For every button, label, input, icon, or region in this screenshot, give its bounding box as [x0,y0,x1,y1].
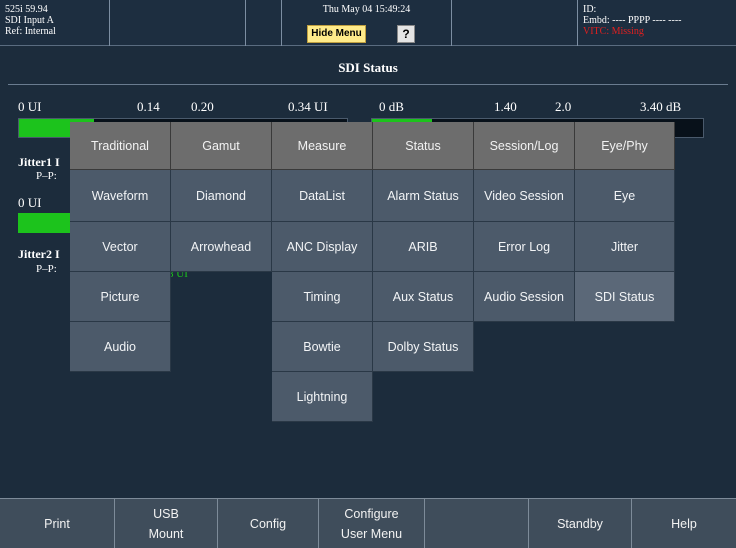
menu-header-measure[interactable]: Measure [272,122,373,170]
usb-label: USB [153,506,179,521]
db-scale-min: 0 dB [379,99,404,114]
menu-item-diamond[interactable]: Diamond [171,170,272,222]
menu-item-lightning[interactable]: Lightning [272,372,373,422]
status-cell-blank-2 [246,0,282,46]
id-panel: ID: Embd: ---- PPPP ---- ---- VITC: Miss… [578,0,736,46]
menu-item-datalist[interactable]: DataList [272,170,373,222]
configure-label: Configure [344,506,399,521]
ui-scale-min: 0 UI [18,99,42,114]
ui-scale-tick-2: 0.20 [191,99,214,114]
print-button[interactable]: Print [0,498,115,548]
help-label: Help [671,516,697,531]
menu-header-gamut[interactable]: Gamut [171,122,272,170]
menu-item-anc-display[interactable]: ANC Display [272,222,373,272]
input-readout: SDI Input A [5,15,54,26]
menu-item-alarm-status[interactable]: Alarm Status [373,170,474,222]
usb-mount-button[interactable]: USB Mount [115,498,218,548]
datetime-readout: Thu May 04 15:49:24 [322,4,411,15]
menu-item-bowtie[interactable]: Bowtie [272,322,373,372]
jitter2-label: Jitter2 I [18,247,60,261]
menu-item-vector[interactable]: Vector [70,222,171,272]
title-divider [8,84,728,85]
hide-menu-button[interactable]: Hide Menu [307,25,366,43]
format-readout: 525i 59.94 [5,4,48,15]
db-scale-tick-1: 1.40 [494,99,517,114]
jitter2-pp-label: P–P: [36,263,57,275]
id-readout: ID: [583,4,597,15]
menu-item-eye[interactable]: Eye [575,170,675,222]
config-button[interactable]: Config [218,498,319,548]
menu-header-eye-phy[interactable]: Eye/Phy [575,122,675,170]
ui-scale-max: 0.34 UI [288,99,328,114]
menu-item-sdi-status-selected[interactable]: SDI Status [575,272,675,322]
db-scale-max: 3.40 dB [640,99,682,114]
menu-header-status[interactable]: Status [373,122,474,170]
menu-item-dolby-status[interactable]: Dolby Status [373,322,474,372]
menu-item-arib[interactable]: ARIB [373,222,474,272]
ui-scale-tick-1: 0.14 [137,99,160,114]
standby-label: Standby [557,516,603,531]
menu-item-error-log[interactable]: Error Log [474,222,575,272]
help-button[interactable]: Help [632,498,736,548]
menu-item-waveform[interactable]: Waveform [70,170,171,222]
signal-info-panel: 525i 59.94 SDI Input A Ref: Internal [0,0,110,46]
help-question-button[interactable]: ? [397,25,415,43]
embedded-audio-readout: Embd: ---- PPPP ---- ---- [583,15,682,26]
menu-item-jitter[interactable]: Jitter [575,222,675,272]
jitter1-label: Jitter1 I [18,155,60,169]
configure-user-menu-button[interactable]: Configure User Menu [319,498,425,548]
menu-header-traditional[interactable]: Traditional [70,122,171,170]
blank-softkey-1[interactable] [425,498,529,548]
menu-header-session-log[interactable]: Session/Log [474,122,575,170]
jitter2-bar-fill [18,213,70,233]
menu-item-audio[interactable]: Audio [70,322,171,372]
vitc-missing-status: VITC: Missing [583,26,644,37]
mount-label: Mount [148,526,184,541]
db-scale-tick-2: 2.0 [555,99,572,114]
menu-item-arrowhead[interactable]: Arrowhead [171,222,272,272]
standby-button[interactable]: Standby [529,498,632,548]
page-title: SDI Status [338,60,398,75]
print-label: Print [44,516,70,531]
menu-item-video-session[interactable]: Video Session [474,170,575,222]
config-label: Config [249,516,287,531]
jitter2-scale-min: 0 UI [18,195,42,210]
reference-readout: Ref: Internal [5,26,56,37]
menu-item-audio-session[interactable]: Audio Session [474,272,575,322]
status-cell-blank-3 [452,0,578,46]
menu-item-picture[interactable]: Picture [70,272,171,322]
jitter1-pp-label: P–P: [36,170,57,182]
status-cell-blank-1 [110,0,246,46]
user-menu-label: User Menu [340,526,403,541]
menu-item-aux-status[interactable]: Aux Status [373,272,474,322]
menu-item-timing[interactable]: Timing [272,272,373,322]
